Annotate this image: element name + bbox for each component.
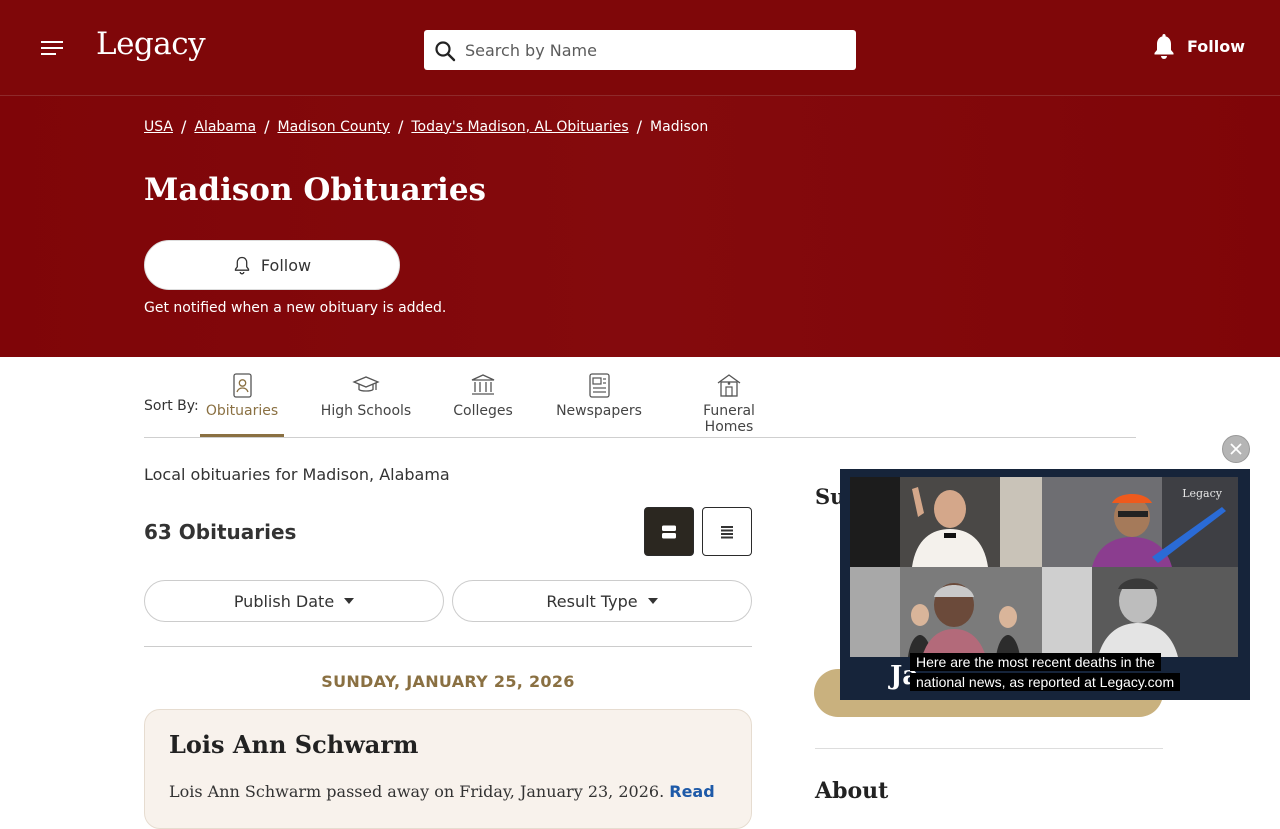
video-thumbnail-1 bbox=[850, 477, 1042, 567]
obituary-summary-text: Lois Ann Schwarm passed away on Friday, … bbox=[169, 782, 665, 801]
result-type-label: Result Type bbox=[546, 591, 638, 611]
newspaper-icon bbox=[589, 373, 610, 398]
search-input[interactable] bbox=[465, 30, 845, 70]
video-thumbnail-4 bbox=[1042, 567, 1238, 657]
sort-by-label: Sort By: bbox=[144, 398, 199, 414]
breadcrumb-separator: / bbox=[397, 117, 404, 136]
tab-high-schools[interactable]: High Schools bbox=[320, 371, 412, 437]
breadcrumb-separator: / bbox=[264, 117, 270, 136]
college-icon bbox=[471, 374, 495, 395]
obituary-card[interactable]: Lois Ann Schwarm Lois Ann Schwarm passed… bbox=[144, 709, 752, 829]
video-thumbnail-3 bbox=[850, 567, 1042, 657]
graduation-cap-icon bbox=[352, 376, 380, 392]
hero-banner: USA / Alabama / Madison County / Today's… bbox=[0, 96, 1280, 357]
page-title: Madison Obituaries bbox=[144, 172, 486, 208]
tab-funeral-homes[interactable]: Funeral Homes bbox=[678, 371, 780, 437]
breadcrumb-usa[interactable]: USA bbox=[144, 119, 173, 135]
publish-date-label: Publish Date bbox=[233, 591, 335, 611]
breadcrumb-separator: / bbox=[180, 117, 187, 136]
search-box[interactable] bbox=[424, 30, 856, 70]
hamburger-menu-icon[interactable] bbox=[41, 40, 63, 56]
header-follow-button[interactable]: Follow bbox=[1152, 32, 1245, 60]
tab-colleges-label: Colleges bbox=[453, 403, 513, 419]
site-header: Legacy Follow bbox=[0, 0, 1280, 96]
caret-down-icon bbox=[647, 598, 658, 604]
breadcrumb-current: Madison bbox=[650, 118, 709, 135]
video-player[interactable]: Legacy Ja Here are the most recent death… bbox=[840, 469, 1250, 700]
publish-date-filter[interactable]: Publish Date bbox=[144, 580, 444, 622]
list-view-icon bbox=[721, 525, 733, 538]
obituary-name[interactable]: Lois Ann Schwarm bbox=[169, 730, 418, 759]
breadcrumb-separator: / bbox=[636, 117, 643, 136]
notify-text: Get notified when a new obituary is adde… bbox=[144, 300, 447, 316]
follow-button[interactable]: Follow bbox=[144, 240, 400, 290]
video-thumbnail-2: Legacy bbox=[1042, 477, 1238, 567]
result-type-filter[interactable]: Result Type bbox=[452, 580, 752, 622]
list-view-button[interactable] bbox=[702, 507, 752, 556]
date-heading: SUNDAY, JANUARY 25, 2026 bbox=[321, 672, 575, 691]
bell-outline-icon bbox=[234, 256, 250, 275]
tab-funeral-homes-label: Funeral Homes bbox=[703, 403, 755, 435]
breadcrumb-alabama[interactable]: Alabama bbox=[194, 119, 256, 135]
obituary-icon bbox=[233, 373, 252, 398]
obituary-count: 63 Obituaries bbox=[144, 520, 297, 544]
video-close-button[interactable] bbox=[1222, 435, 1250, 463]
video-caption: Here are the most recent deaths in the n… bbox=[910, 652, 1181, 692]
tab-obituaries[interactable]: Obituaries bbox=[200, 371, 284, 437]
close-icon bbox=[1230, 443, 1242, 455]
divider bbox=[144, 646, 752, 647]
local-obituaries-text: Local obituaries for Madison, Alabama bbox=[144, 465, 450, 484]
tab-obituaries-label: Obituaries bbox=[205, 403, 279, 419]
funeral-home-icon bbox=[717, 374, 741, 397]
card-view-icon bbox=[662, 525, 676, 538]
tab-newspapers[interactable]: Newspapers bbox=[556, 371, 642, 437]
sort-bar: Sort By: Obituaries High Schools College… bbox=[144, 357, 1136, 438]
video-watermark: Legacy bbox=[1182, 487, 1222, 500]
follow-button-label: Follow bbox=[260, 255, 312, 275]
breadcrumb: USA / Alabama / Madison County / Today's… bbox=[144, 117, 708, 136]
header-follow-label: Follow bbox=[1187, 36, 1246, 56]
tab-high-schools-label: High Schools bbox=[320, 403, 412, 419]
tab-colleges[interactable]: Colleges bbox=[452, 371, 514, 437]
obituary-summary: Lois Ann Schwarm passed away on Friday, … bbox=[169, 782, 715, 801]
video-caption-line-2: national news, as reported at Legacy.com bbox=[910, 673, 1181, 691]
tab-newspapers-label: Newspapers bbox=[556, 403, 642, 419]
read-more-link[interactable]: Read bbox=[669, 782, 714, 801]
card-view-button[interactable] bbox=[644, 507, 694, 556]
about-heading: About bbox=[815, 778, 889, 804]
video-caption-line-1: Here are the most recent deaths in the bbox=[910, 653, 1161, 671]
breadcrumb-madison-county[interactable]: Madison County bbox=[278, 119, 390, 135]
search-icon bbox=[435, 41, 456, 62]
sidebar-divider bbox=[815, 748, 1163, 749]
bell-icon bbox=[1154, 34, 1174, 59]
breadcrumb-todays-obituaries[interactable]: Today's Madison, AL Obituaries bbox=[411, 119, 628, 135]
caret-down-icon bbox=[344, 598, 355, 604]
legacy-logo[interactable]: Legacy bbox=[96, 26, 206, 62]
